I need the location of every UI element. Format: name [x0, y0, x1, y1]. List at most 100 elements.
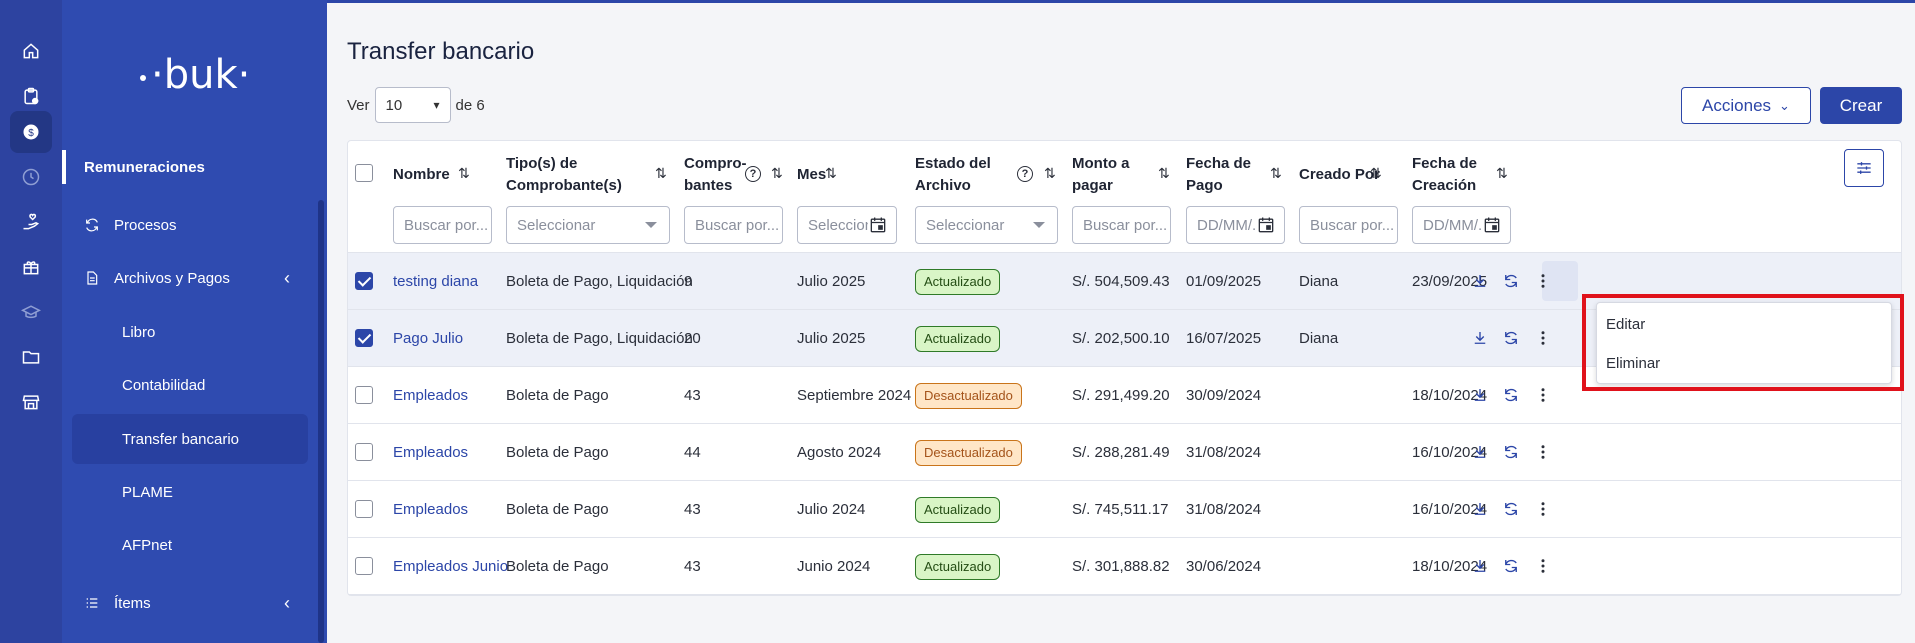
- help-icon[interactable]: ?: [745, 166, 761, 182]
- sidebar-subitem-plame[interactable]: PLAME: [72, 467, 308, 517]
- sort-icon[interactable]: ⇅: [458, 165, 470, 182]
- download-icon[interactable]: [1469, 270, 1491, 292]
- refresh-icon[interactable]: [1500, 498, 1522, 520]
- sort-icon[interactable]: ⇅: [771, 165, 783, 182]
- cell-nombre[interactable]: testing diana: [393, 253, 478, 310]
- status-badge: Actualizado: [915, 496, 1001, 523]
- select-all-checkbox[interactable]: [355, 164, 373, 182]
- cell-nombre[interactable]: Pago Julio: [393, 310, 463, 367]
- filter-creado-input[interactable]: Buscar por...: [1299, 206, 1398, 244]
- sidebar-subitem-afpnet[interactable]: AFPnet: [72, 520, 308, 570]
- more-options-icon[interactable]: [1532, 327, 1554, 349]
- page-title: Transfer bancario: [347, 38, 535, 65]
- more-options-icon[interactable]: [1532, 384, 1554, 406]
- sidebar-subitem-transfer-bancario[interactable]: Transfer bancario: [72, 414, 308, 464]
- sidebar-subitem-libro[interactable]: Libro: [72, 307, 308, 357]
- more-options-icon[interactable]: [1532, 498, 1554, 520]
- chevron-left-icon[interactable]: ‹: [284, 593, 290, 614]
- column-header-nombre[interactable]: Nombre: [393, 164, 450, 186]
- page-size-select[interactable]: 10 ▾: [374, 87, 451, 123]
- hand-heart-icon[interactable]: [10, 201, 52, 243]
- sidebar-item-items[interactable]: Ítems ‹: [84, 585, 314, 621]
- clock-icon[interactable]: [10, 156, 52, 198]
- cell-mes: Julio 2025: [797, 330, 866, 347]
- row-checkbox[interactable]: [355, 557, 373, 575]
- row-checkbox[interactable]: [355, 500, 373, 518]
- more-options-icon[interactable]: [1532, 441, 1554, 463]
- cell-nombre[interactable]: Empleados: [393, 424, 468, 481]
- cell-comp: 43: [684, 501, 701, 518]
- download-icon[interactable]: [1469, 441, 1491, 463]
- row-checkbox[interactable]: [355, 386, 373, 404]
- column-header-monto[interactable]: Monto a pagar: [1072, 153, 1130, 197]
- header-line: Archivo: [915, 177, 971, 194]
- refresh-icon[interactable]: [1500, 555, 1522, 577]
- sidebar-section-remuneraciones[interactable]: Remuneraciones: [84, 150, 314, 184]
- header-line: Compro-: [684, 155, 747, 172]
- filter-tipo-select[interactable]: Seleccionar: [506, 206, 670, 244]
- calendar-icon[interactable]: [1482, 215, 1502, 235]
- sidebar-scrollbar[interactable]: [318, 200, 324, 643]
- crear-button[interactable]: Crear: [1820, 87, 1902, 124]
- table-row[interactable]: Empleados Junio Boleta de Pago 43 Junio 202…: [348, 538, 1901, 595]
- row-checkbox[interactable]: [355, 329, 373, 347]
- cell-nombre[interactable]: Empleados Junio: [393, 538, 508, 595]
- refresh-icon[interactable]: [1500, 441, 1522, 463]
- sort-icon[interactable]: ⇅: [1158, 165, 1170, 182]
- download-icon[interactable]: [1469, 327, 1491, 349]
- home-icon[interactable]: [10, 30, 52, 72]
- filter-fecha-pago-input[interactable]: DD/MM/...: [1186, 206, 1285, 244]
- cell-nombre[interactable]: Empleados: [393, 481, 468, 538]
- sidebar-subitem-contabilidad[interactable]: Contabilidad: [72, 360, 308, 410]
- refresh-icon[interactable]: [1500, 327, 1522, 349]
- table-row[interactable]: Empleados Boleta de Pago 44 Agosto 2024 Desa…: [348, 424, 1901, 481]
- column-header-mes[interactable]: Mes: [797, 164, 826, 186]
- chevron-left-icon[interactable]: ‹: [284, 268, 290, 289]
- sort-icon[interactable]: ⇅: [655, 165, 667, 182]
- table-row[interactable]: Empleados Boleta de Pago 43 Julio 2024 Actua…: [348, 481, 1901, 538]
- sort-icon[interactable]: ⇅: [1496, 165, 1508, 182]
- filter-mes-select[interactable]: Seleccionar: [797, 206, 897, 244]
- column-header-fecha-creacion[interactable]: Fecha de Creación: [1412, 153, 1477, 197]
- folder-icon[interactable]: [10, 336, 52, 378]
- calendar-icon[interactable]: [1256, 215, 1276, 235]
- refresh-icon[interactable]: [1500, 270, 1522, 292]
- help-icon[interactable]: ?: [1017, 166, 1033, 182]
- refresh-icon[interactable]: [1500, 384, 1522, 406]
- more-options-icon[interactable]: [1532, 270, 1554, 292]
- gift-icon[interactable]: [10, 246, 52, 288]
- column-header-estado[interactable]: Estado del Archivo: [915, 153, 991, 197]
- column-header-comprobantes[interactable]: Compro- bantes: [684, 153, 747, 197]
- filter-comprobantes-input[interactable]: Buscar por...: [684, 206, 783, 244]
- graduation-icon[interactable]: [10, 291, 52, 333]
- cell-mes: Julio 2025: [797, 273, 866, 290]
- acciones-button[interactable]: Acciones ⌄: [1681, 87, 1811, 124]
- row-checkbox[interactable]: [355, 272, 373, 290]
- sort-icon[interactable]: ⇅: [825, 165, 837, 182]
- sidebar-item-archivos-y-pagos[interactable]: Archivos y Pagos ‹: [84, 260, 314, 296]
- caret-down-icon: [1033, 222, 1045, 228]
- more-options-icon[interactable]: [1532, 555, 1554, 577]
- store-icon[interactable]: [10, 381, 52, 423]
- sort-icon[interactable]: ⇅: [1044, 165, 1056, 182]
- download-icon[interactable]: [1469, 498, 1491, 520]
- cell-nombre[interactable]: Empleados: [393, 367, 468, 424]
- filter-estado-select[interactable]: Seleccionar: [915, 206, 1058, 244]
- filter-nombre-input[interactable]: Buscar por...: [393, 206, 492, 244]
- column-header-tipo[interactable]: Tipo(s) de Comprobante(s): [506, 153, 622, 197]
- column-header-fecha-pago[interactable]: Fecha de Pago: [1186, 153, 1251, 197]
- sort-icon[interactable]: ⇅: [1370, 165, 1382, 182]
- column-header-creado-por[interactable]: Creado Por: [1299, 164, 1380, 186]
- sidebar-item-procesos[interactable]: Procesos: [84, 207, 314, 243]
- download-icon[interactable]: [1469, 555, 1491, 577]
- download-icon[interactable]: [1469, 384, 1491, 406]
- sort-icon[interactable]: ⇅: [1270, 165, 1282, 182]
- column-settings-button[interactable]: [1844, 149, 1884, 187]
- calendar-icon[interactable]: [868, 215, 888, 235]
- money-icon[interactable]: $: [10, 111, 52, 153]
- filter-fecha-creacion-input[interactable]: DD/MM/...: [1412, 206, 1511, 244]
- row-checkbox[interactable]: [355, 443, 373, 461]
- filter-monto-input[interactable]: Buscar por...: [1072, 206, 1171, 244]
- cell-fecha_pago: 16/07/2025: [1186, 330, 1262, 347]
- buk-logo[interactable]: ·buk·: [137, 48, 257, 98]
